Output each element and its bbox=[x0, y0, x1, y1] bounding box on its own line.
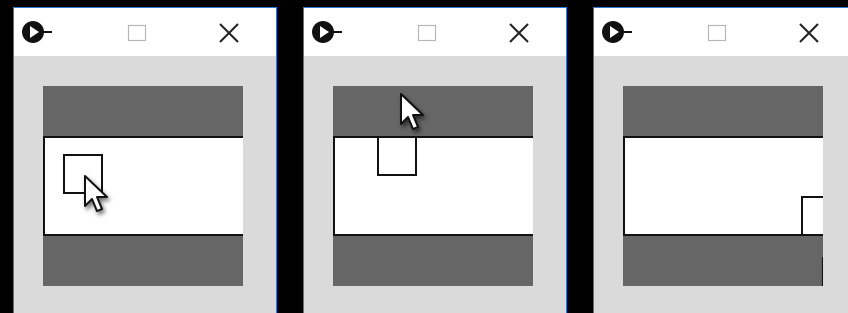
app-window-2 bbox=[303, 7, 567, 313]
white-band bbox=[623, 136, 823, 236]
close-icon bbox=[799, 23, 819, 43]
drawing-canvas[interactable] bbox=[333, 86, 533, 286]
app-logo-icon[interactable] bbox=[20, 19, 54, 45]
draggable-square[interactable] bbox=[377, 136, 417, 176]
title-bar[interactable] bbox=[14, 8, 276, 56]
draggable-square[interactable] bbox=[63, 154, 103, 194]
app-window-1 bbox=[13, 7, 277, 313]
drawing-canvas[interactable] bbox=[623, 86, 823, 286]
close-button[interactable] bbox=[506, 20, 532, 46]
close-button[interactable] bbox=[216, 20, 242, 46]
mouse-pointer-icon bbox=[821, 256, 823, 286]
draggable-square[interactable] bbox=[801, 196, 823, 236]
title-bar[interactable] bbox=[594, 8, 848, 56]
maximize-icon bbox=[127, 24, 147, 42]
maximize-icon bbox=[417, 24, 437, 42]
mouse-pointer-icon bbox=[399, 92, 431, 136]
maximize-button[interactable] bbox=[705, 22, 729, 44]
maximize-button[interactable] bbox=[415, 22, 439, 44]
maximize-icon bbox=[707, 24, 727, 42]
close-icon bbox=[509, 23, 529, 43]
title-bar[interactable] bbox=[304, 8, 566, 56]
white-band bbox=[333, 136, 533, 236]
app-logo-icon[interactable] bbox=[600, 19, 634, 45]
app-window-3 bbox=[593, 7, 848, 313]
drawing-canvas[interactable] bbox=[43, 86, 243, 286]
close-icon bbox=[219, 23, 239, 43]
screenshot-stage bbox=[0, 0, 848, 313]
maximize-button[interactable] bbox=[125, 22, 149, 44]
app-logo-icon[interactable] bbox=[310, 19, 344, 45]
close-button[interactable] bbox=[796, 20, 822, 46]
